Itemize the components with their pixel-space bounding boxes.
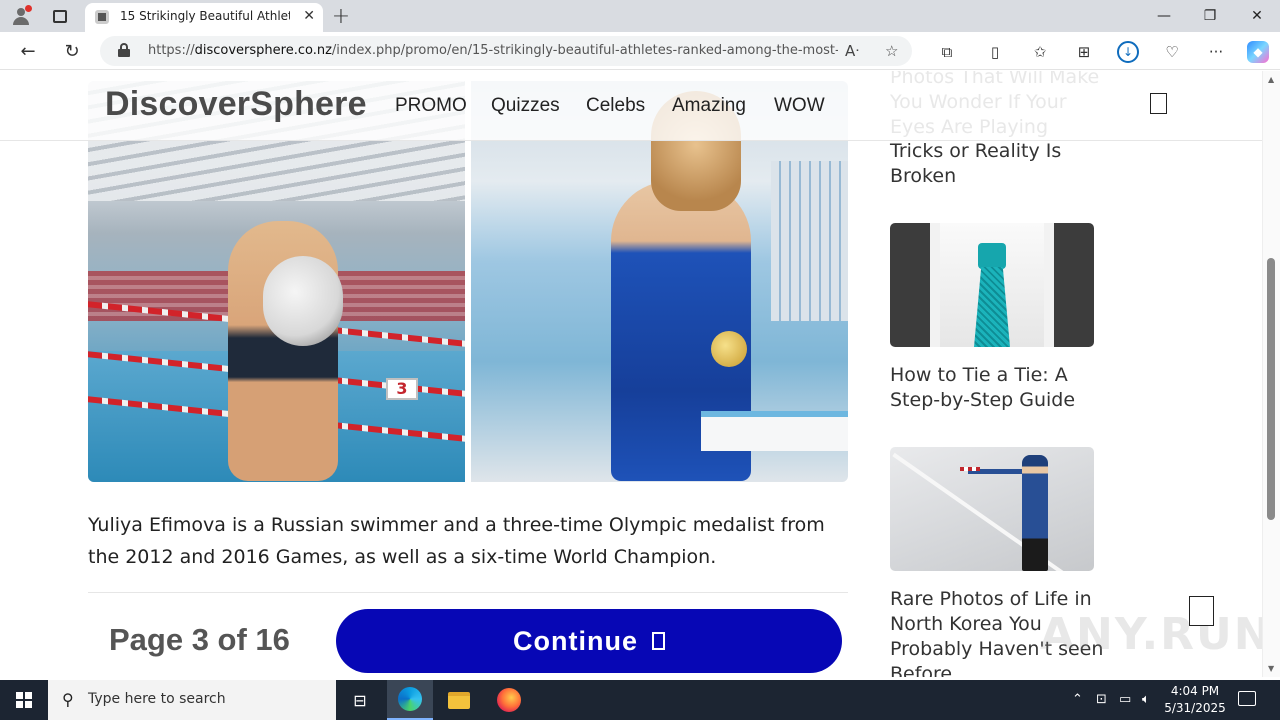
screen: 15 Strikingly Beautiful Athletes R ✕ + —…	[0, 0, 1280, 720]
profile-icon[interactable]	[10, 5, 32, 27]
notification-dot	[25, 5, 32, 12]
divider	[88, 592, 848, 593]
show-hidden-icons[interactable]: ⌃	[1072, 692, 1083, 707]
sidebar-item-tie-guide[interactable]: How to Tie a Tie: A Step-by-Step Guide	[890, 363, 1110, 413]
task-view-icon[interactable]: ⊟	[337, 680, 383, 720]
page-indicator: Page 3 of 16	[109, 622, 290, 657]
nav-item-celebs[interactable]: Celebs	[586, 95, 645, 117]
restore-button[interactable]: ❐	[1187, 4, 1233, 28]
url-text[interactable]: https://discoversphere.co.nz/index.php/p…	[148, 43, 838, 58]
notification-center-icon[interactable]	[1238, 691, 1256, 706]
firefox-icon[interactable]	[486, 680, 532, 720]
sidebar-item-illusions[interactable]: Tricks or Reality Is Broken	[890, 139, 1110, 189]
read-aloud-icon[interactable]: Aᐧ	[845, 42, 859, 60]
browser-essentials-icon[interactable]: ♡	[1161, 41, 1183, 63]
new-tab-icon[interactable]: +	[330, 4, 352, 29]
browser-toolbar: ← ↻ https://discoversphere.co.nz/index.p…	[0, 32, 1280, 70]
more-options-icon[interactable]: ···	[1205, 41, 1227, 63]
photo-swimmer-with-medals	[471, 81, 848, 482]
file-explorer-icon[interactable]	[436, 680, 482, 720]
favorites-icon[interactable]: ✩	[1029, 41, 1051, 63]
arrow-icon	[651, 632, 665, 650]
watermark-text: ANY.RUN	[1040, 609, 1262, 660]
back-icon[interactable]: ←	[16, 40, 40, 62]
tab-title: 15 Strikingly Beautiful Athletes R	[120, 9, 290, 23]
scroll-up-icon[interactable]: ▲	[1268, 75, 1274, 84]
nav-item-promo[interactable]: PROMO	[395, 95, 467, 117]
browser-tab-bar: 15 Strikingly Beautiful Athletes R ✕ + —…	[0, 0, 1280, 32]
meet-now-icon[interactable]: ⊡	[1096, 692, 1107, 707]
taskbar: ⚲ Type here to search ⊟ ⌃ ⊡ ▭ 🔈︎ 4:04 PM…	[0, 680, 1280, 720]
start-button[interactable]	[0, 680, 48, 720]
refresh-icon[interactable]: ↻	[60, 40, 84, 62]
close-tab-icon[interactable]: ✕	[303, 8, 315, 24]
article-image: 3	[88, 81, 848, 482]
active-tab[interactable]: 15 Strikingly Beautiful Athletes R ✕	[85, 3, 323, 32]
tab-actions-icon[interactable]	[49, 5, 71, 27]
site-logo[interactable]: DiscoverSphere	[105, 85, 367, 124]
volume-icon[interactable]: 🔈︎	[1142, 692, 1150, 707]
continue-label: Continue	[513, 625, 638, 656]
lock-icon[interactable]	[118, 43, 130, 57]
search-icon: ⚲	[62, 690, 74, 709]
downloads-icon[interactable]: ↓	[1117, 41, 1139, 63]
close-window-button[interactable]: ✕	[1234, 4, 1280, 28]
taskbar-search[interactable]: ⚲ Type here to search	[48, 680, 336, 720]
image-caption: Yuliya Efimova is a Russian swimmer and …	[88, 514, 825, 568]
scroll-thumb[interactable]	[1267, 258, 1275, 520]
web-page: 3 DiscoverSphere PROMO Quizzes Celebs Am…	[0, 71, 1262, 677]
clock-time: 4:04 PM	[1170, 684, 1220, 698]
continue-button[interactable]: Continue	[336, 609, 842, 673]
nav-item-wow[interactable]: WOW	[774, 95, 825, 117]
clock-date: 5/31/2025	[1164, 701, 1226, 715]
edge-taskbar-icon[interactable]	[387, 680, 433, 720]
collections-icon[interactable]: ⊞	[1073, 41, 1095, 63]
favorite-star-icon[interactable]: ☆	[885, 42, 898, 60]
site-favicon-icon	[95, 10, 109, 24]
copilot-icon[interactable]: ◆	[1247, 41, 1269, 63]
extensions-icon[interactable]: ⧉	[936, 41, 958, 63]
nav-item-amazing[interactable]: Amazing	[672, 95, 746, 117]
menu-icon[interactable]	[1150, 93, 1167, 114]
minimize-button[interactable]: —	[1141, 4, 1187, 28]
search-placeholder: Type here to search	[88, 691, 226, 707]
overlay-icon[interactable]	[1189, 596, 1214, 626]
network-icon[interactable]: ▭	[1119, 692, 1131, 707]
sidebar-thumb-tie[interactable]	[890, 223, 1094, 347]
split-screen-icon[interactable]: ▯	[984, 41, 1006, 63]
system-clock[interactable]: 4:04 PM 5/31/2025	[1160, 683, 1230, 717]
address-bar[interactable]: https://discoversphere.co.nz/index.php/p…	[100, 36, 912, 66]
windows-icon	[16, 692, 32, 708]
photo-swimmer-with-dog: 3	[88, 81, 465, 482]
scroll-down-icon[interactable]: ▼	[1268, 664, 1274, 673]
page-scrollbar[interactable]: ▲ ▼	[1262, 71, 1280, 677]
sidebar-title-faded[interactable]: Photos That Will Make You Wonder If Your…	[890, 71, 1110, 140]
nav-item-quizzes[interactable]: Quizzes	[491, 95, 560, 117]
sidebar-thumb-north-korea[interactable]	[890, 447, 1094, 571]
